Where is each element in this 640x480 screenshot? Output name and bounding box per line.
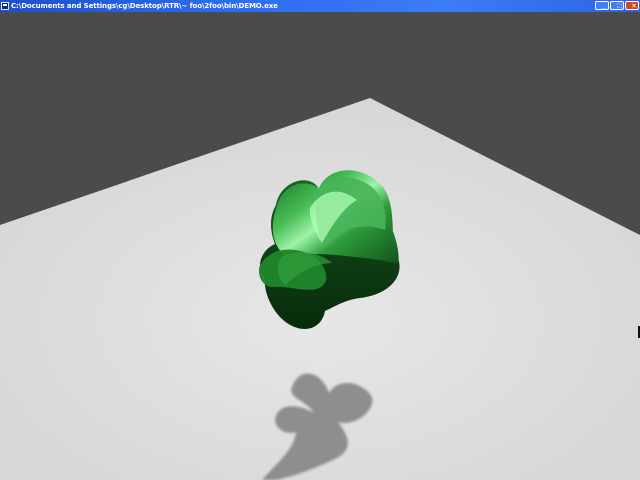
app-icon[interactable] [1, 2, 9, 10]
window-title: C:\Documents and Settings\cg\Desktop\RTR… [11, 2, 278, 10]
3d-scene [0, 12, 640, 480]
render-viewport[interactable] [0, 12, 640, 480]
window-title-bar[interactable]: C:\Documents and Settings\cg\Desktop\RTR… [0, 0, 640, 12]
close-button[interactable]: × [625, 1, 639, 10]
maximize-button[interactable]: □ [610, 1, 624, 10]
demo-window: C:\Documents and Settings\cg\Desktop\RTR… [0, 0, 640, 480]
minimize-button[interactable]: _ [595, 1, 609, 10]
window-controls: _ □ × [595, 1, 639, 11]
